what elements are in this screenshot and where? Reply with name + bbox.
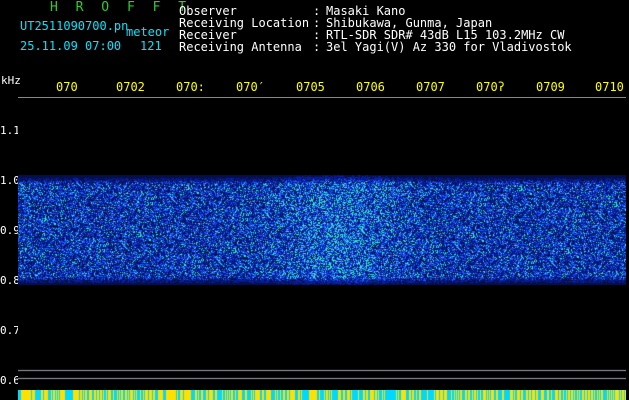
x-tick-label: 070′ [236,80,265,94]
detection-count: 121 [140,39,162,53]
x-tick-label: 0707 [416,80,445,94]
x-tick-label: 0709 [536,80,565,94]
x-axis-line [18,97,626,98]
file-type-label: meteor [126,25,170,39]
x-tick-label: 070: [176,80,205,94]
y-tick-label: 0.9 [0,224,20,237]
signal-strip [18,390,626,400]
app-logo: H R O F F T [50,0,192,15]
y-tick-label: 0.8 [0,274,20,287]
y-tick-label: 1.1 [0,124,20,137]
x-tick-label: 0710 [595,80,624,94]
file-name: UT2511090700.pn [20,19,129,33]
y-axis-unit: kHz [1,74,21,87]
info-value: 3el Yagi(V) Az 330 for Vladivostok [326,40,572,54]
x-tick-label: 070ʔ [476,80,505,94]
x-tick-label: 0706 [356,80,385,94]
y-tick-label: 1.0 [0,174,20,187]
timestamp: 25.11.09 07:00 [20,39,122,53]
y-tick-label: 0.6 [0,374,20,387]
y-tick-label: 0.7 [0,324,20,337]
info-label: Receiving Antenna [179,40,302,54]
x-tick-label: 0702 [116,80,145,94]
x-tick-label: 0705 [296,80,325,94]
info-separator: : [313,40,321,54]
x-tick-label: 070 [56,80,78,94]
spectrogram-canvas [18,100,626,390]
